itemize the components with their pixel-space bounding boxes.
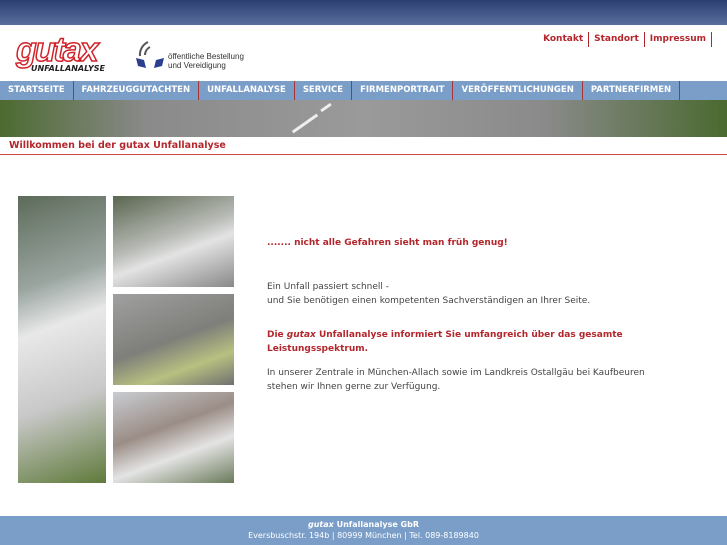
link-standort[interactable]: Standort [589,32,645,47]
top-bar [0,0,727,25]
nav-firmenportrait[interactable]: FIRMENPORTRAIT [352,81,454,100]
intro-text: ....... nicht alle Gefahren sieht man fr… [267,236,667,394]
footer: gutax Unfallanalyse GbR Eversbuschstr. 1… [0,516,727,545]
gutax-logo[interactable]: gutax UNFALLANALYSE [15,31,116,73]
road-banner [0,100,727,137]
accident-photo-truck [18,196,106,483]
info-paragraph: Die gutax Unfallanalyse informiert Sie u… [267,330,623,354]
accident-photo-car [113,196,234,287]
nav-veroeffentlichungen[interactable]: VERÖFFENTLICHUNGEN [453,81,583,100]
accident-photo-police [113,392,234,483]
intro-paragraph: Ein Unfall passiert schnell - und Sie ben… [267,282,591,306]
seal-text: öffentliche Bestellung und Vereidigung [168,52,244,70]
location-paragraph: In unserer Zentrale in München-Allach so… [267,368,645,392]
link-impressum[interactable]: Impressum [645,32,712,47]
logo-text: gutax [15,31,99,69]
nav-unfallanalyse[interactable]: UNFALLANALYSE [199,81,295,100]
top-links: Kontakt Standort Impressum [538,32,712,47]
footer-address: Eversbuschstr. 194b | 80999 München | Te… [248,531,479,540]
page-title: Willkommen bei der gutax Unfallanalyse [0,138,727,155]
accident-photo-road [113,294,234,385]
nav-startseite[interactable]: STARTSEITE [0,81,74,100]
nav-service[interactable]: SERVICE [295,81,353,100]
main-nav: STARTSEITE FAHRZEUGGUTACHTEN UNFALLANALY… [0,81,727,100]
seal-icon [136,41,164,68]
nav-fahrzeuggutachten[interactable]: FAHRZEUGGUTACHTEN [74,81,200,100]
link-kontakt[interactable]: Kontakt [538,32,590,47]
nav-partnerfirmen[interactable]: PARTNERFIRMEN [583,81,681,100]
tagline: ....... nicht alle Gefahren sieht man fr… [267,238,508,248]
logo-subtitle: UNFALLANALYSE [31,64,105,73]
